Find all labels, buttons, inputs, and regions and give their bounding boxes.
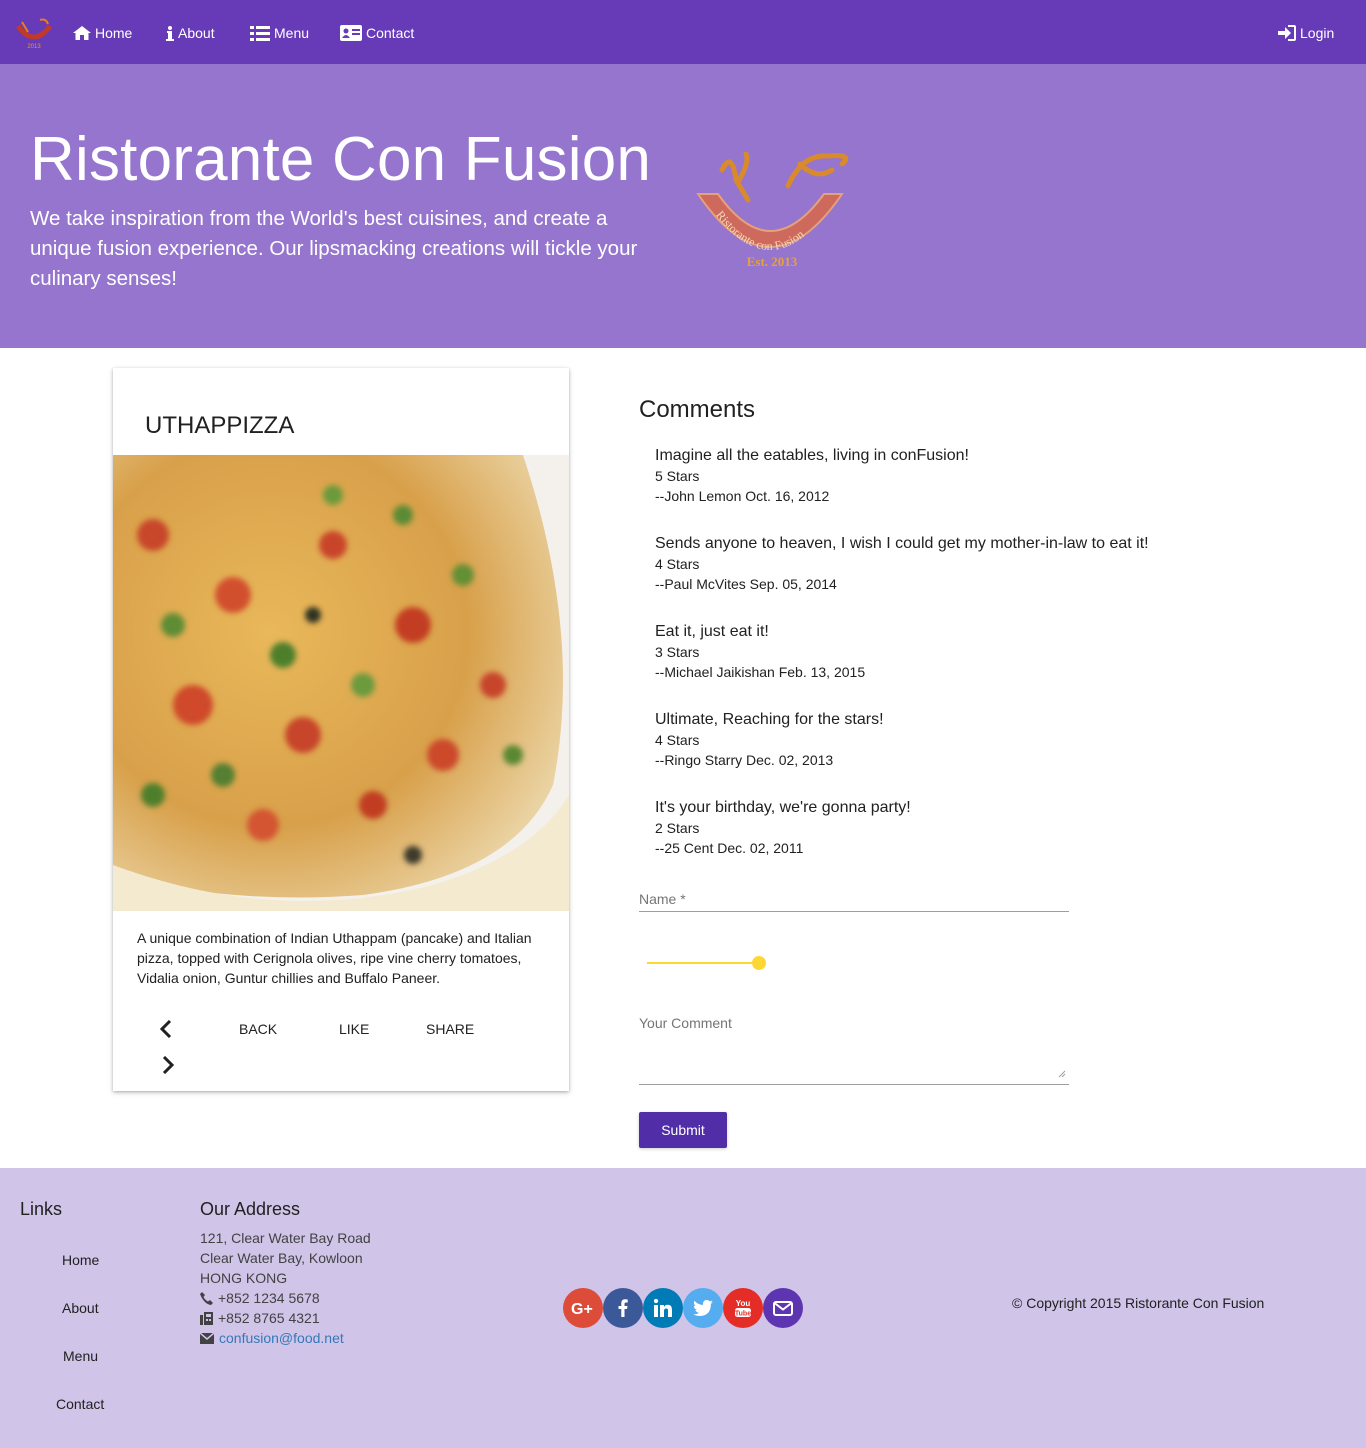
twitter-button[interactable]	[683, 1288, 723, 1328]
home-icon	[73, 26, 91, 40]
comment-textarea[interactable]: Your Comment	[639, 1010, 1069, 1085]
copyright: © Copyright 2015 Ristorante Con Fusion	[1012, 1295, 1265, 1311]
login-label: Login	[1300, 25, 1335, 41]
comment-author: --Ringo Starry Dec. 02, 2013	[655, 752, 834, 768]
comment-author: --25 Cent Dec. 02, 2011	[655, 840, 804, 856]
address-card-icon	[340, 25, 362, 41]
login-button[interactable]: Login	[1278, 22, 1334, 44]
comment-field-label: Your Comment	[639, 1015, 732, 1031]
comment-rating: 3 Stars	[655, 644, 700, 660]
like-button[interactable]: LIKE	[339, 1021, 369, 1037]
comment-rating: 4 Stars	[655, 556, 700, 572]
comment-text: Imagine all the eatables, living in conF…	[655, 447, 969, 464]
address-line: 121, Clear Water Bay Road	[200, 1230, 371, 1246]
dish-description: A unique combination of Indian Uthappam …	[137, 930, 532, 986]
name-field[interactable]: Name *	[639, 886, 1069, 912]
logo-est: Est. 2013	[747, 254, 798, 269]
page-title: Ristorante Con Fusion	[30, 125, 652, 194]
comment-text: It's your birthday, we're gonna party!	[655, 799, 911, 816]
facebook-icon	[618, 1299, 628, 1317]
share-button[interactable]: SHARE	[426, 1021, 474, 1037]
svg-text:Tube: Tube	[735, 1311, 751, 1318]
chevron-left-icon[interactable]	[160, 1020, 172, 1038]
google-plus-icon: G+	[571, 1301, 593, 1316]
comment-text: Eat it, just eat it!	[655, 623, 769, 640]
linkedin-button[interactable]	[643, 1288, 683, 1328]
jumbotron: Ristorante Con Fusion We take inspiratio…	[0, 64, 1366, 348]
phone-line: +852 1234 5678	[200, 1290, 320, 1306]
svg-text:2013: 2013	[27, 44, 41, 50]
nav-home[interactable]: Home	[73, 22, 132, 44]
svg-text:You: You	[736, 1299, 751, 1308]
comment-item: It's your birthday, we're gonna party! 2…	[655, 798, 1355, 858]
youtube-button[interactable]: You Tube	[723, 1288, 763, 1328]
info-icon	[166, 25, 174, 41]
fax-number: +852 8765 4321	[218, 1310, 320, 1326]
mail-icon	[773, 1300, 793, 1316]
page-intro: We take inspiration from the World's bes…	[30, 207, 638, 290]
twitter-icon	[693, 1300, 713, 1316]
comments-heading: Comments	[639, 396, 756, 423]
comment-author: --Michael Jaikishan Feb. 13, 2015	[655, 664, 866, 680]
dish-image	[113, 455, 569, 911]
fax-line: +852 8765 4321	[200, 1310, 320, 1326]
footer-link-home[interactable]: Home	[62, 1252, 99, 1268]
brand-logo[interactable]: 2013	[14, 14, 54, 50]
footer-address-heading: Our Address	[200, 1199, 301, 1219]
nav-menu-label: Menu	[274, 25, 310, 41]
rating-slider-thumb[interactable]	[752, 956, 766, 970]
comment-author: --John Lemon Oct. 16, 2012	[655, 488, 830, 504]
rating-slider-track[interactable]	[647, 962, 759, 964]
footer-link-menu[interactable]: Menu	[63, 1348, 98, 1364]
dish-name: UTHAPPIZZA	[145, 412, 295, 439]
phone-icon	[200, 1291, 213, 1305]
chevron-right-icon[interactable]	[162, 1056, 174, 1074]
restaurant-logo: Ristorante con Fusion Est. 2013	[696, 151, 849, 269]
nav-about[interactable]: About	[166, 22, 215, 44]
envelope-icon	[200, 1332, 214, 1344]
email-link[interactable]: confusion@food.net	[219, 1330, 344, 1346]
comment-item: Ultimate, Reaching for the stars! 4 Star…	[655, 710, 1355, 770]
comment-rating: 2 Stars	[655, 820, 700, 836]
footer-link-contact[interactable]: Contact	[56, 1396, 104, 1412]
dish-card: UTHAPPIZZA A unique combination of India…	[113, 368, 569, 1091]
svg-text:G+: G+	[571, 1301, 593, 1316]
footer-links-heading: Links	[20, 1199, 63, 1219]
comment-author: --Paul McVites Sep. 05, 2014	[655, 576, 837, 592]
sign-in-icon	[1278, 25, 1296, 41]
comment-text: Ultimate, Reaching for the stars!	[655, 711, 884, 728]
linkedin-icon	[654, 1299, 672, 1317]
address-line: Clear Water Bay, Kowloon	[200, 1250, 363, 1266]
fax-icon	[200, 1311, 213, 1325]
comment-item: Eat it, just eat it! 3 Stars --Michael J…	[655, 622, 1355, 682]
name-field-label: Name *	[639, 891, 686, 907]
comment-item: Imagine all the eatables, living in conF…	[655, 446, 1355, 506]
comment-rating: 5 Stars	[655, 468, 700, 484]
footer-link-about[interactable]: About	[62, 1300, 99, 1316]
nav-about-label: About	[178, 25, 215, 41]
comment-text: Sends anyone to heaven, I wish I could g…	[655, 535, 1149, 552]
comment-rating: 4 Stars	[655, 732, 700, 748]
navbar: 2013 Home About Menu Contact Login	[0, 0, 1366, 64]
google-plus-button[interactable]: G+	[563, 1288, 603, 1328]
nav-home-label: Home	[95, 25, 133, 41]
facebook-button[interactable]	[603, 1288, 643, 1328]
back-button[interactable]: BACK	[239, 1021, 277, 1037]
nav-menu[interactable]: Menu	[250, 22, 309, 44]
address-line: HONG KONG	[200, 1270, 288, 1286]
youtube-icon: You Tube	[735, 1299, 751, 1318]
submit-button[interactable]: Submit	[639, 1112, 727, 1148]
nav-contact-label: Contact	[366, 25, 415, 41]
mail-button[interactable]	[763, 1288, 803, 1328]
list-icon	[250, 25, 270, 41]
nav-contact[interactable]: Contact	[340, 22, 414, 44]
email-line: confusion@food.net	[200, 1330, 344, 1346]
phone-number: +852 1234 5678	[218, 1290, 320, 1306]
comment-item: Sends anyone to heaven, I wish I could g…	[655, 534, 1355, 594]
resize-grip-icon[interactable]	[1056, 1068, 1066, 1078]
